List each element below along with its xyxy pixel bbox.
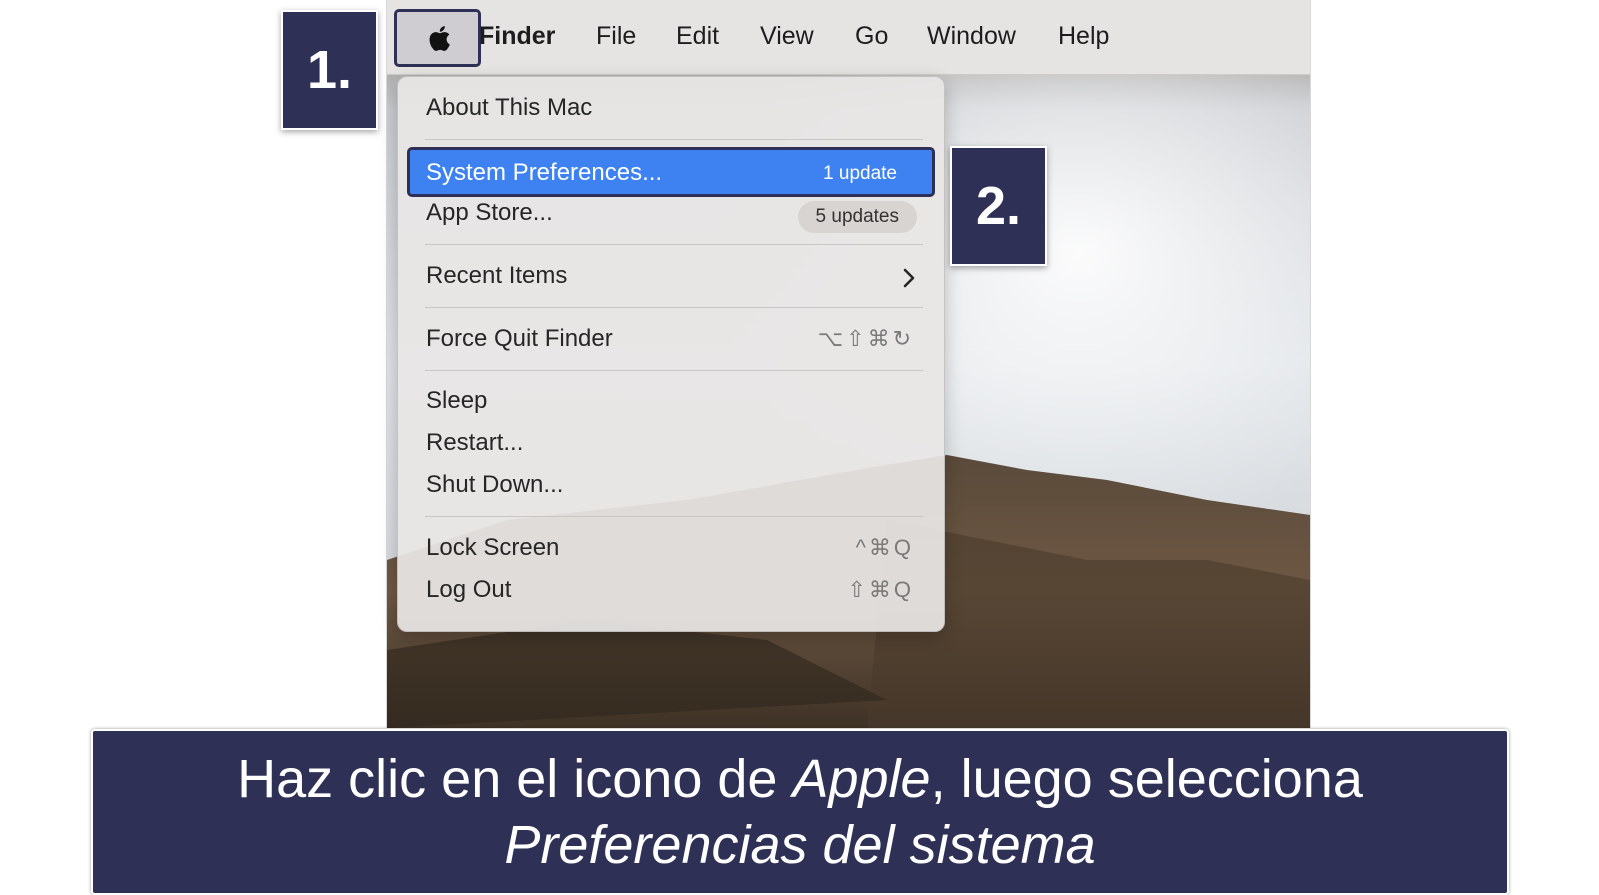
menu-item-app-store[interactable]: App Store... [426, 199, 553, 227]
caption-text-1: Haz clic en el icono de [237, 749, 793, 809]
menu-window[interactable]: Window [927, 22, 1016, 51]
menu-separator [425, 307, 923, 308]
system-preferences-update-badge: 1 update [823, 163, 897, 184]
lock-screen-shortcut: ^⌘Q [855, 535, 914, 560]
menu-help[interactable]: Help [1058, 22, 1109, 51]
menu-item-shut-down[interactable]: Shut Down... [426, 471, 563, 499]
menu-bar: Finder File Edit View Go Window Help [387, 0, 1310, 75]
menu-item-log-out[interactable]: Log Out [426, 576, 511, 604]
menu-finder[interactable]: Finder [479, 22, 555, 51]
apple-dropdown-menu: About This Mac System Preferences... 1 u… [397, 76, 945, 632]
menu-view[interactable]: View [760, 22, 814, 51]
apple-menu-button[interactable] [394, 9, 481, 67]
menu-separator [425, 370, 923, 371]
menu-separator [425, 516, 923, 517]
force-quit-shortcut: ⌥⇧⌘↻ [817, 326, 914, 351]
menu-edit[interactable]: Edit [676, 22, 719, 51]
menu-item-system-preferences[interactable]: System Preferences... 1 update [407, 147, 935, 197]
menu-item-restart[interactable]: Restart... [426, 429, 523, 457]
system-preferences-label: System Preferences... [426, 159, 663, 186]
chevron-right-icon [903, 268, 915, 288]
menu-item-sleep[interactable]: Sleep [426, 387, 487, 415]
menu-item-lock-screen[interactable]: Lock Screen [426, 534, 559, 562]
menu-file[interactable]: File [596, 22, 636, 51]
menu-item-about-this-mac[interactable]: About This Mac [426, 94, 592, 122]
caption-text-preferencias: Preferencias del sistema [504, 815, 1096, 875]
menu-separator [425, 139, 923, 140]
caption-text-2: , luego selecciona [930, 749, 1363, 809]
menu-go[interactable]: Go [855, 22, 888, 51]
app-store-update-badge: 5 updates [797, 201, 917, 233]
menu-item-force-quit[interactable]: Force Quit Finder [426, 325, 613, 353]
log-out-shortcut: ⇧⌘Q [847, 577, 914, 602]
menu-item-recent-items[interactable]: Recent Items [426, 262, 567, 290]
step-2-marker: 2. [950, 146, 1047, 266]
instruction-caption: Haz clic en el icono de Apple, luego sel… [91, 729, 1509, 895]
step-1-marker: 1. [281, 10, 378, 130]
caption-text-apple: Apple [792, 749, 931, 809]
menu-separator [425, 244, 923, 245]
apple-logo-icon [429, 25, 450, 51]
